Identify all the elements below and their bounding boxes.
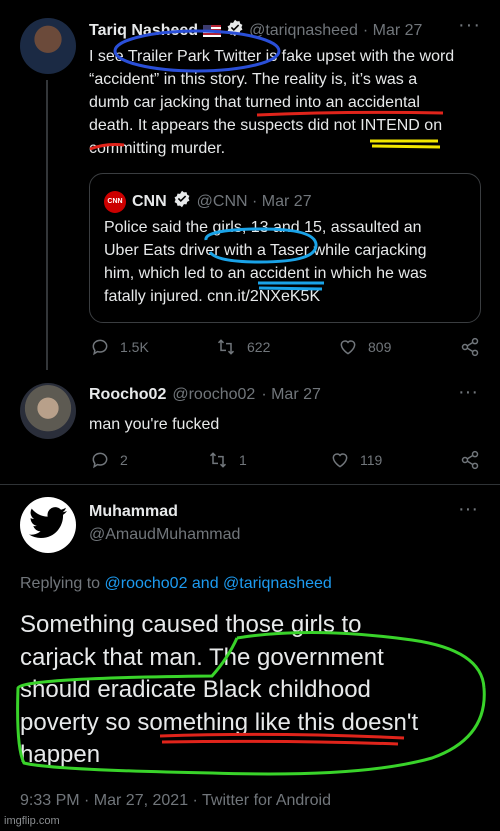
retweet-button[interactable]: 1 [207,450,247,470]
divider [0,484,500,485]
quoted-author-name: CNN [132,192,167,210]
replying-to: Replying to @roocho02 and @tariqnasheed [20,575,332,593]
like-count: 119 [360,452,383,468]
like-count: 809 [368,339,392,355]
tweet-line: committing murder. [89,140,226,157]
tweet-line: I see Trailer Park Twitter is fake upset… [89,48,455,65]
like-button[interactable]: 809 [338,337,391,357]
heart-icon [330,450,350,470]
quoted-line: Police said the girls, 13 and 15, assaul… [104,219,422,236]
tweet-line: happen [20,741,101,768]
avatar-tariq[interactable] [20,18,76,74]
quoted-line: fatally injured. cnn.it/2NXeK5K [104,288,321,305]
flag-icon [203,24,222,37]
verified-icon [226,19,244,42]
author-name[interactable]: Tariq Nasheed [89,22,198,40]
quoted-header: CNN CNN @CNN · Mar 27 [104,190,312,213]
verified-icon [173,190,191,213]
author-handle[interactable]: @roocho02 [172,386,255,404]
retweet-icon [207,450,229,470]
quoted-line: him, which led to an accident in which h… [104,265,427,282]
reply-count: 2 [120,452,128,468]
author-name[interactable]: Muhammad [89,503,178,521]
reply-icon [90,337,110,357]
tweet-date[interactable]: · Mar 27 [261,386,321,404]
retweet-count: 622 [247,339,271,355]
tweet-header: Tariq Nasheed @tariqnasheed · Mar 27 [89,19,422,42]
retweet-icon [215,337,237,357]
tweet-meta: 9:33 PM · Mar 27, 2021 · Twitter for And… [20,792,331,809]
retweet-button[interactable]: 622 [215,337,270,357]
author-name[interactable]: Roocho02 [89,386,166,404]
reply-button[interactable]: 2 [90,450,128,470]
reply-button[interactable]: 1.5K [90,337,149,357]
more-icon[interactable]: ··· [458,498,478,521]
tweet-line: carjack that man. The government [20,643,384,671]
twitter-bird-icon [29,506,67,544]
tweet-line: should eradicate Black childhood [20,676,371,703]
replying-to-label: Replying to [20,575,105,592]
quoted-text: Police said the girls, 13 and 15, assaul… [104,216,474,308]
retweet-count: 1 [239,452,247,468]
tweet-date[interactable]: · Mar 27 [363,22,423,40]
quoted-line: Uber Eats driver with a Taser while carj… [104,242,427,259]
main-tweet-text: Something caused those girls to carjack … [20,609,490,772]
reply-count: 1.5K [120,339,149,355]
share-icon[interactable] [460,450,480,470]
tweet-text: man you're fucked [89,416,220,433]
replying-to-users[interactable]: @roocho02 and @tariqnasheed [105,575,332,592]
reply-icon [90,450,110,470]
tweet-line: “accident” in this story. The reality is… [89,71,418,88]
tweet-text: I see Trailer Park Twitter is fake upset… [89,45,484,160]
author-handle[interactable]: @tariqnasheed [249,22,358,40]
more-icon[interactable]: ··· [458,381,478,404]
tweet-line: poverty so something like this doesn't [20,708,419,736]
avatar-roocho[interactable] [20,383,76,439]
thread-line [46,80,48,370]
tweet-header: Roocho02 @roocho02 · Mar 27 [89,386,321,404]
tweet-line: dumb car jacking that turned into an acc… [89,94,420,111]
more-icon[interactable]: ··· [458,14,481,37]
watermark: imgflip.com [4,815,60,827]
share-icon[interactable] [460,337,480,357]
like-button[interactable]: 119 [330,450,382,470]
cnn-logo-icon: CNN [104,190,126,213]
heart-icon [338,337,358,357]
quoted-author-handle: @CNN · Mar 27 [196,192,312,210]
avatar-muhammad[interactable] [20,497,76,553]
author-handle[interactable]: @AmaudMuhammad [89,526,240,544]
tweet-line: Something caused those girls to [20,611,362,638]
tweet-line: death. It appears the suspects did not I… [89,117,443,134]
